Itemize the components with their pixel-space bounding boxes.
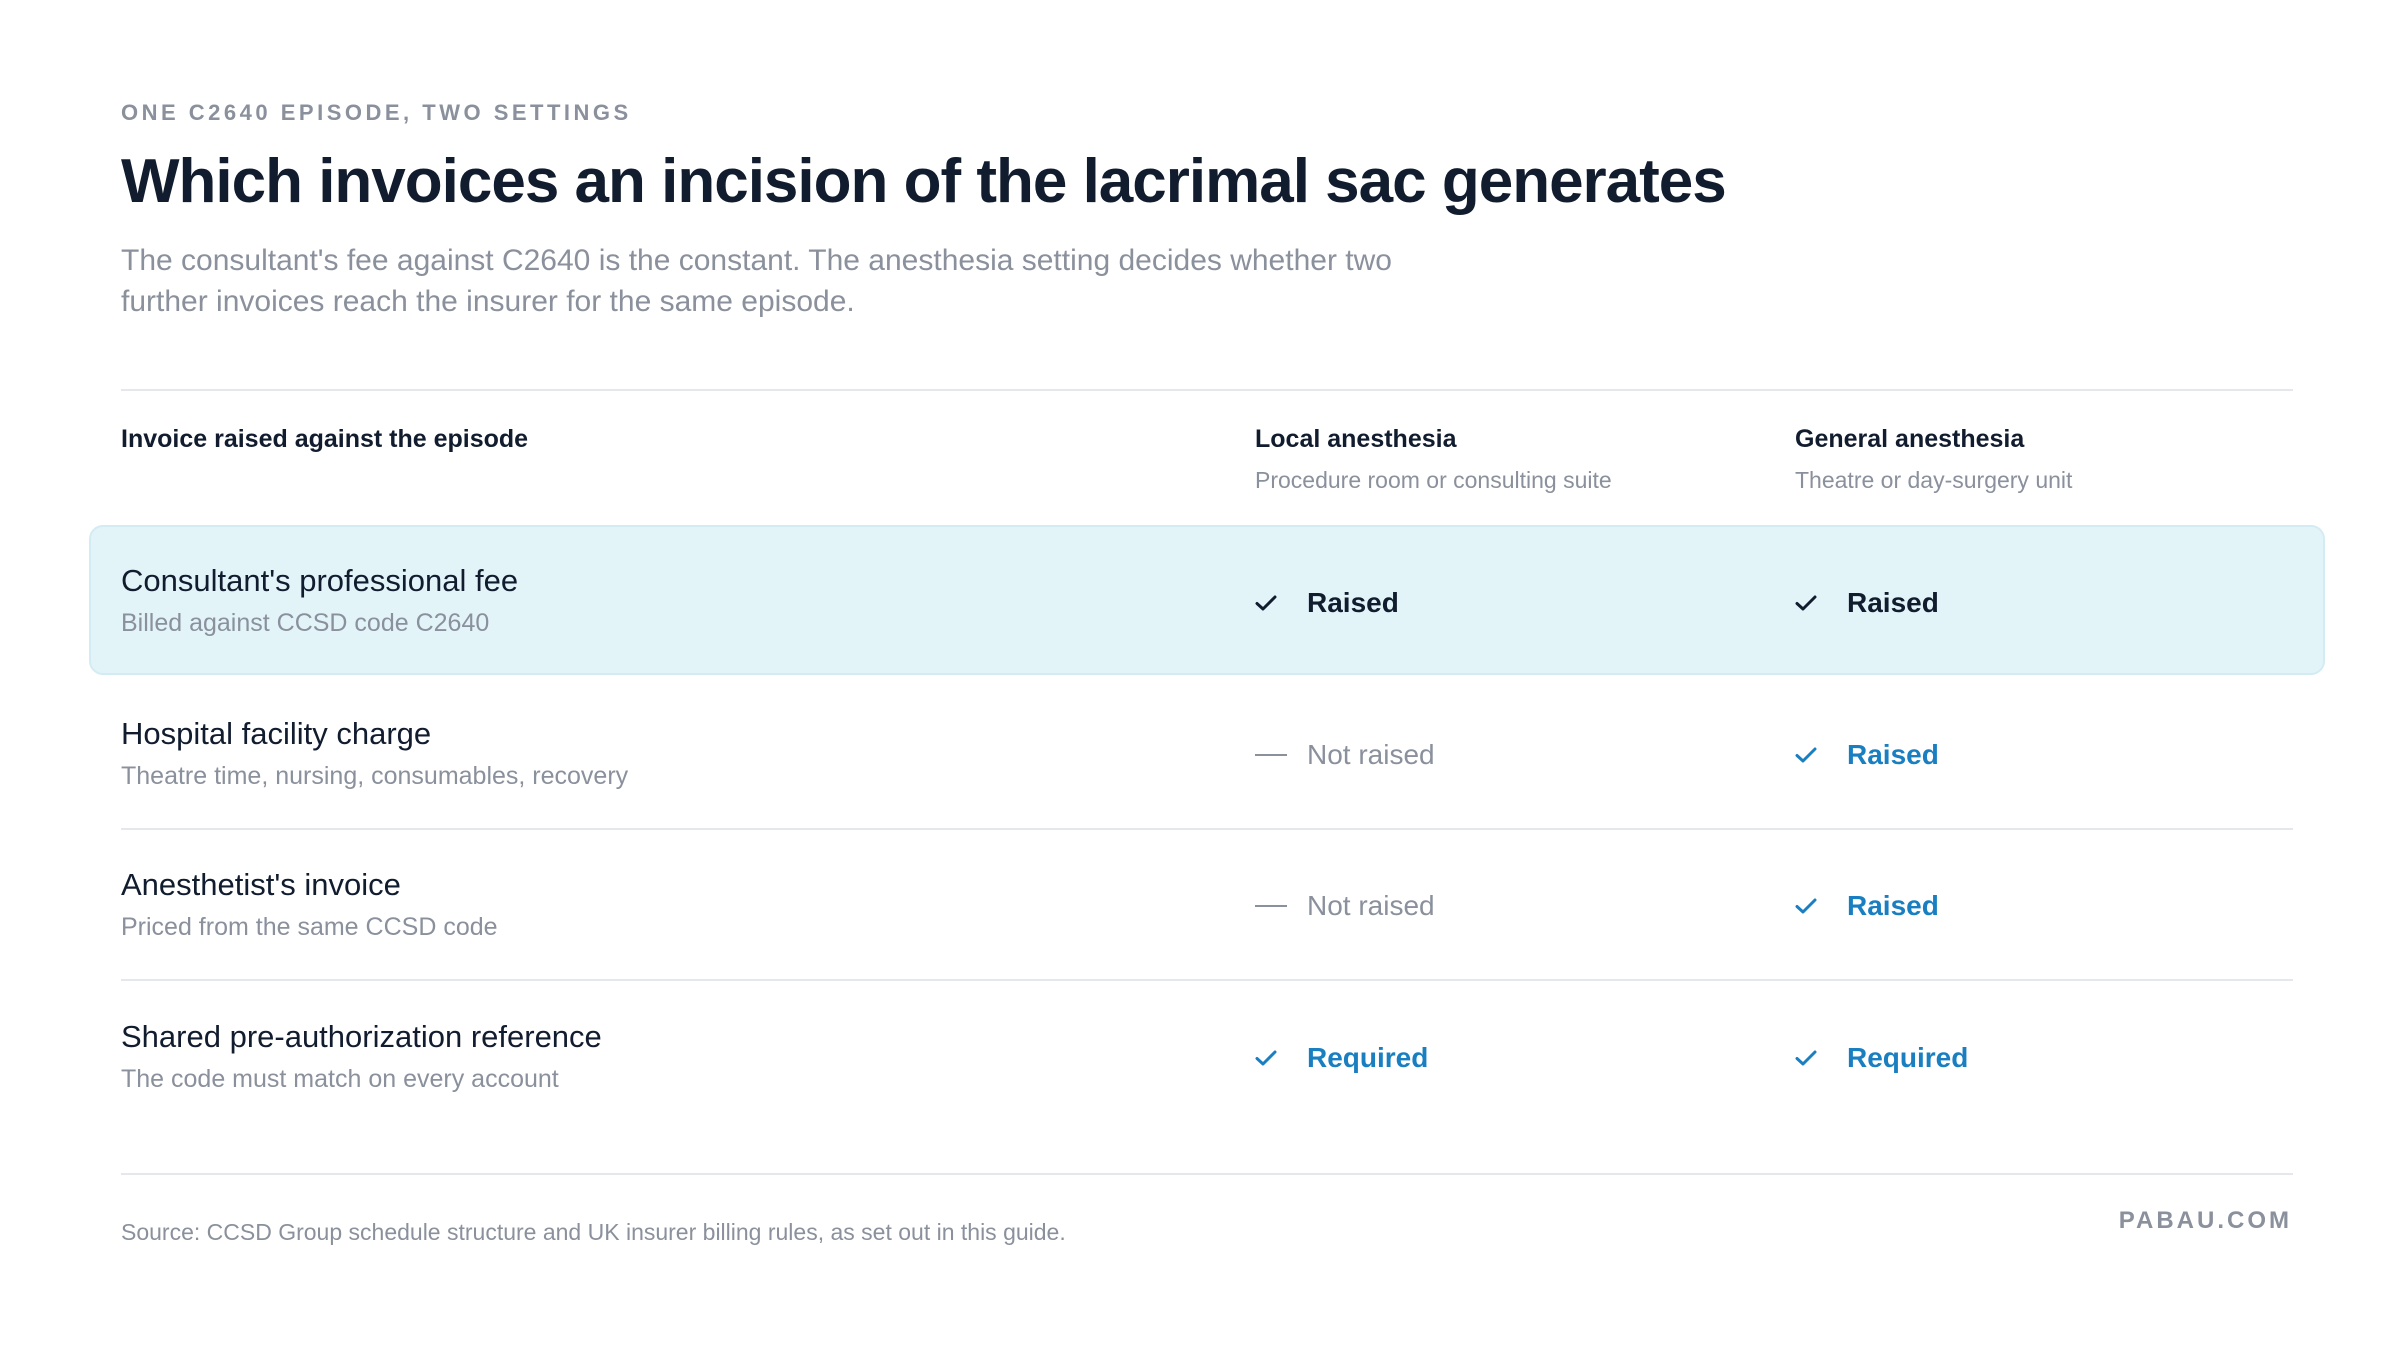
row-title: Shared pre-authorization reference bbox=[121, 1019, 602, 1054]
column-header-invoice: Invoice raised against the episode bbox=[121, 425, 529, 453]
status-cell-local: Not raised bbox=[1255, 735, 1435, 775]
row-subtitle: Theatre time, nursing, consumables, reco… bbox=[121, 762, 629, 790]
status-cell-local: Not raised bbox=[1255, 886, 1435, 926]
row-title: Anesthetist's invoice bbox=[121, 867, 401, 902]
source-note: Source: CCSD Group schedule structure an… bbox=[121, 1219, 1066, 1245]
status-label: Required bbox=[1847, 1042, 1969, 1073]
status-cell-local: Required bbox=[1255, 1038, 1428, 1078]
status-label: Raised bbox=[1307, 587, 1399, 618]
status-label: Not raised bbox=[1307, 890, 1435, 921]
status-label: Required bbox=[1307, 1042, 1429, 1073]
row-divider bbox=[121, 979, 2293, 981]
column-header-local: Local anesthesia bbox=[1255, 425, 1457, 453]
check-icon bbox=[1255, 583, 1289, 623]
column-header-general: General anesthesia bbox=[1795, 425, 2025, 453]
row-subtitle: Billed against CCSD code C2640 bbox=[121, 609, 490, 637]
status-label: Raised bbox=[1847, 739, 1939, 770]
divider bbox=[121, 1173, 2293, 1175]
check-icon bbox=[1795, 583, 1829, 623]
status-cell-general: Required bbox=[1795, 1038, 1968, 1078]
table-row-highlight bbox=[89, 525, 2325, 675]
status-label: Not raised bbox=[1307, 739, 1435, 770]
row-title: Consultant's professional fee bbox=[121, 563, 519, 598]
row-subtitle: Priced from the same CCSD code bbox=[121, 913, 498, 941]
page-subtitle: The consultant's fee against C2640 is th… bbox=[121, 244, 1392, 318]
dash-icon bbox=[1255, 735, 1289, 775]
row-divider bbox=[121, 828, 2293, 830]
status-label: Raised bbox=[1847, 587, 1939, 618]
page: ONE C2640 EPISODE, TWO SETTINGS Which in… bbox=[0, 0, 2400, 1354]
check-icon bbox=[1255, 1038, 1289, 1078]
column-subheader-local: Procedure room or consulting suite bbox=[1255, 467, 1612, 493]
row-subtitle: The code must match on every account bbox=[121, 1065, 559, 1093]
status-label: Raised bbox=[1847, 890, 1939, 921]
check-icon bbox=[1795, 1038, 1829, 1078]
column-subheader-general: Theatre or day-surgery unit bbox=[1795, 467, 2073, 493]
check-icon bbox=[1795, 735, 1829, 775]
brand-wordmark: PABAU.COM bbox=[2118, 1207, 2292, 1234]
divider bbox=[121, 389, 2293, 391]
status-cell-general: Raised bbox=[1795, 886, 1939, 926]
eyebrow: ONE C2640 EPISODE, TWO SETTINGS bbox=[121, 100, 632, 125]
status-cell-local: Raised bbox=[1255, 583, 1399, 623]
row-title: Hospital facility charge bbox=[121, 716, 432, 751]
status-cell-general: Raised bbox=[1795, 583, 1939, 623]
dash-icon bbox=[1255, 886, 1289, 926]
status-cell-general: Raised bbox=[1795, 735, 1939, 775]
check-icon bbox=[1795, 886, 1829, 926]
page-title: Which invoices an incision of the lacrim… bbox=[121, 147, 1727, 216]
